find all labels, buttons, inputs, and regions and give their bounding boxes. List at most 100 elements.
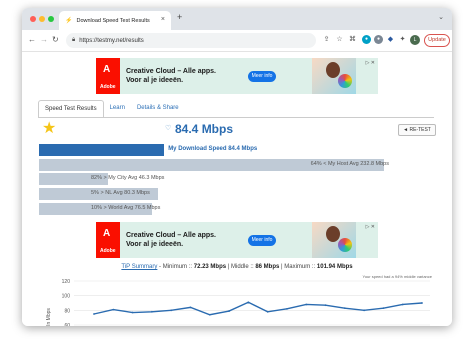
person-image — [326, 226, 340, 242]
chart-data-point — [228, 310, 230, 312]
tab-close-icon[interactable]: × — [161, 16, 165, 23]
share-icon[interactable]: ⇪ — [322, 35, 331, 44]
avatar[interactable]: L — [410, 35, 420, 45]
ad-choices-icon[interactable]: ▷ ✕ — [366, 60, 375, 66]
tab-learn[interactable]: Learn — [104, 100, 131, 118]
advertisement-banner[interactable]: A Adobe Creative Cloud – Alle apps. Voor… — [96, 222, 378, 258]
comparison-bar-row: 5% > NL Avg 80.3 Mbps — [39, 188, 395, 201]
chart-data-point — [170, 309, 173, 312]
maximum-label: | Maximum :: — [279, 264, 317, 270]
extension-icon[interactable]: ◆ — [386, 35, 395, 44]
tab-speed-test-results[interactable]: Speed Test Results — [38, 100, 104, 118]
chart-data-point — [343, 307, 346, 310]
comparison-bar-label: My Download Speed 84.4 Mbps — [168, 146, 258, 152]
url-text: https://testmy.net/results — [79, 37, 144, 44]
ad-image — [312, 58, 356, 94]
forward-arrow-icon[interactable]: → — [40, 35, 48, 44]
comparison-bar-label: 82% > My City Avg 46.3 Mbps — [91, 175, 165, 182]
puzzle-icon[interactable]: ✦ — [398, 35, 407, 44]
tab-search-chevron-icon[interactable]: ⌄ — [438, 13, 444, 21]
chart-data-point — [324, 304, 327, 307]
results-tabs: Speed Test Results Learn Details & Share — [38, 100, 185, 118]
tabs-divider — [38, 117, 434, 118]
chart-data-point — [189, 306, 192, 309]
extension-icon[interactable]: ● — [362, 35, 371, 44]
chart-data-point — [286, 307, 288, 310]
comparison-bars: My Download Speed 84.4 Mbps 64% < My Host… — [39, 144, 395, 217]
address-bar[interactable]: 🔒︎ https://testmy.net/results — [66, 33, 316, 48]
chart-data-point — [305, 303, 308, 306]
retest-button[interactable]: ◄ RE-TEST — [398, 124, 436, 136]
update-button[interactable]: Update — [424, 34, 450, 47]
adobe-logo-text: Adobe — [100, 84, 116, 90]
chart-data-point — [401, 303, 404, 306]
chart-data-point — [150, 310, 153, 313]
maximize-window-button[interactable] — [48, 16, 54, 22]
tab-strip: ⚡ Download Speed Test Results × + ⌄ — [22, 8, 452, 30]
adobe-logo-mark-icon: A — [103, 64, 111, 75]
ad-line-2: Voor al je ideeën. — [126, 77, 184, 84]
color-wheel-image — [338, 238, 352, 252]
comparison-bar-label: 10% > World Avg 76.5 Mbps — [91, 204, 161, 211]
chart-y-tick-label: 100 — [62, 294, 71, 300]
extension-icon[interactable]: ● — [374, 35, 383, 44]
chart-y-tick-label: 80 — [64, 308, 70, 314]
speed-history-chart: 60 80 100 120 In Mbps — [46, 279, 430, 326]
ad-line-1: Creative Cloud – Alle apps. — [126, 68, 216, 75]
adobe-logo-text: Adobe — [100, 248, 116, 254]
chart-data-point — [421, 302, 423, 304]
chart-y-axis-label: In Mbps — [46, 308, 52, 326]
adobe-logo: A Adobe — [96, 58, 120, 94]
ad-more-info-button[interactable]: Meer info — [248, 70, 276, 82]
chart-data-point — [382, 307, 385, 310]
favicon-icon: ⚡ — [65, 18, 73, 24]
browser-tab-title: Download Speed Test Results — [76, 17, 150, 24]
color-wheel-image — [338, 74, 352, 88]
ad-headline: Creative Cloud – Alle apps. Voor al je i… — [126, 231, 248, 249]
ad-choices-icon[interactable]: ▷ ✕ — [366, 224, 375, 230]
ad-line-1: Creative Cloud – Alle apps. — [126, 232, 216, 239]
comparison-bar-row: 10% > World Avg 76.5 Mbps — [39, 202, 395, 215]
star-icon: ★ — [42, 120, 57, 137]
my-speed-bar — [39, 144, 165, 156]
reload-icon[interactable]: ↻ — [52, 35, 59, 44]
adobe-logo: A Adobe — [96, 222, 120, 258]
advertisement-banner[interactable]: A Adobe Creative Cloud – Alle apps. Voor… — [96, 58, 378, 94]
maximum-value: 101.94 Mbps — [316, 264, 353, 270]
new-tab-button[interactable]: + — [177, 12, 182, 22]
chart-y-tick-label: 60 — [64, 323, 70, 326]
chart-data-point — [363, 309, 366, 312]
browser-toolbar: ← → ↻ 🔒︎ https://testmy.net/results ⇪ ☆ … — [22, 30, 452, 52]
ad-image — [312, 222, 356, 258]
middle-value: 86 Mbps — [255, 264, 280, 270]
chart-data-point — [93, 313, 95, 315]
comparison-bar-row: 82% > My City Avg 46.3 Mbps — [39, 173, 395, 186]
heart-icon: ♡ — [165, 125, 172, 132]
browser-window: ⚡ Download Speed Test Results × + ⌄ ← → … — [22, 8, 452, 326]
lock-icon: 🔒︎ — [72, 37, 76, 43]
translate-icon[interactable]: ⌘ — [348, 35, 357, 44]
back-arrow-icon[interactable]: ← — [28, 35, 36, 44]
minimum-value: 72.23 Mbps — [193, 264, 227, 270]
chart-data-point — [247, 301, 250, 304]
ad-more-info-button[interactable]: Meer info — [248, 234, 276, 246]
browser-tab[interactable]: ⚡ Download Speed Test Results × — [59, 11, 171, 30]
comparison-bar-label: 5% > NL Avg 80.3 Mbps — [91, 190, 150, 197]
bookmark-star-icon[interactable]: ☆ — [335, 35, 344, 44]
middle-label: | Middle :: — [226, 264, 256, 270]
person-image — [326, 62, 340, 78]
chart-data-point — [112, 308, 115, 311]
comparison-bar-label: 64% < My Host Avg 232.8 Mbps — [310, 160, 389, 167]
chart-data-point — [266, 310, 269, 313]
chart-series-line — [93, 301, 423, 316]
page-content: A Adobe Creative Cloud – Alle apps. Voor… — [22, 52, 452, 326]
download-speed-value: 84.4 Mbps — [175, 122, 234, 136]
comparison-bar-row: 64% < My Host Avg 232.8 Mbps — [39, 158, 395, 171]
tab-details-share[interactable]: Details & Share — [131, 100, 185, 118]
adobe-logo-mark-icon: A — [103, 228, 111, 239]
tip-summary-link[interactable]: TiP Summary — [121, 264, 157, 270]
close-window-button[interactable] — [30, 16, 36, 22]
minimize-window-button[interactable] — [39, 16, 45, 22]
ad-headline: Creative Cloud – Alle apps. Voor al je i… — [126, 67, 248, 85]
tip-summary: TiP Summary - Minimum :: 72.23 Mbps | Mi… — [22, 264, 452, 270]
